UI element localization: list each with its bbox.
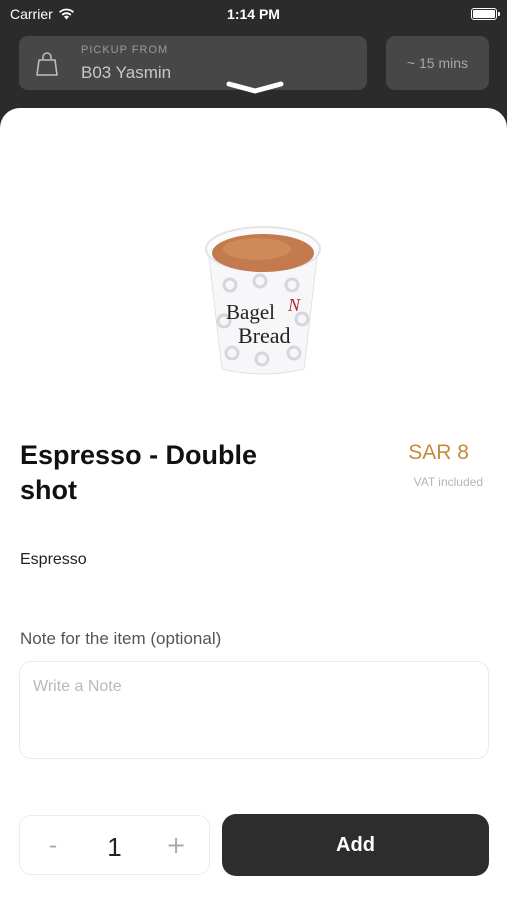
- eta-value: ~ 15 mins: [406, 55, 469, 71]
- product-sheet: Bagel N Bread Espresso - Double shot SAR…: [0, 108, 507, 900]
- pickup-label: PICKUP FROM: [81, 44, 169, 56]
- pickup-location-selector[interactable]: PICKUP FROM B03 Yasmin: [19, 36, 367, 90]
- eta-box[interactable]: ~ 15 mins: [386, 36, 489, 90]
- svg-text:Bagel: Bagel: [226, 300, 275, 324]
- shopping-bag-icon: [36, 52, 58, 76]
- svg-text:N: N: [287, 295, 301, 315]
- product-image: Bagel N Bread: [205, 226, 321, 375]
- status-time: 1:14 PM: [227, 6, 280, 22]
- product-price: SAR 8: [408, 441, 469, 464]
- svg-text:Bread: Bread: [238, 323, 291, 348]
- note-input[interactable]: [19, 661, 489, 759]
- product-title: Espresso - Double shot: [20, 440, 258, 505]
- add-button[interactable]: Add: [222, 814, 489, 876]
- increase-quantity-button[interactable]: +: [151, 816, 201, 874]
- vat-note: VAT included: [413, 475, 483, 489]
- product-description: Espresso: [20, 551, 87, 568]
- chevron-down-icon[interactable]: [226, 80, 284, 96]
- battery-icon: [471, 8, 500, 20]
- status-bar: Carrier 1:14 PM: [0, 0, 507, 28]
- pickup-location: B03 Yasmin: [81, 63, 172, 82]
- quantity-stepper: - 1 +: [19, 815, 210, 875]
- note-label: Note for the item (optional): [20, 629, 222, 648]
